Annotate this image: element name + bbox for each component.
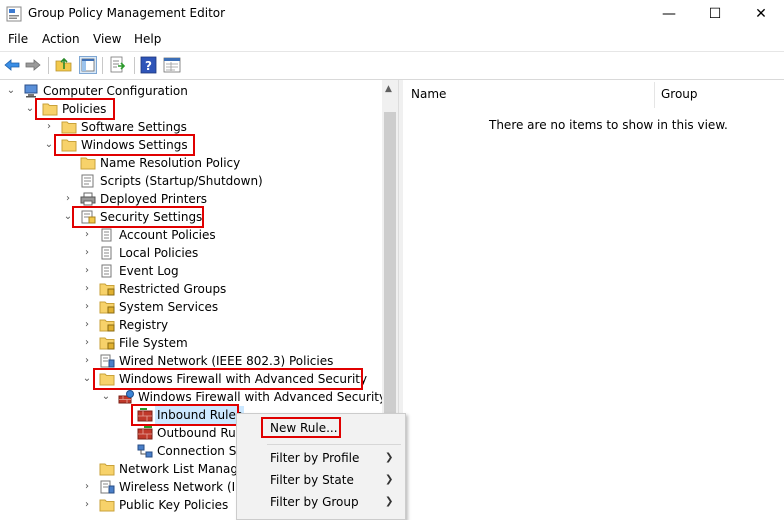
highlight-box-policies <box>35 98 115 120</box>
tree-item-system-services[interactable]: › System Services <box>0 298 380 316</box>
details-pane: Name Group There are no items to show in… <box>403 80 784 518</box>
network-icon <box>100 480 115 494</box>
script-icon <box>81 174 94 188</box>
policy-icon <box>101 228 112 242</box>
tree-item-label: Outbound Rule <box>157 426 247 440</box>
menu-item-filter-by-state[interactable]: Filter by State ❯ <box>237 469 405 491</box>
folder-icon <box>61 121 77 134</box>
menu-separator <box>267 444 401 445</box>
forward-icon[interactable] <box>24 56 42 74</box>
tree-item-scripts[interactable]: Scripts (Startup/Shutdown) <box>0 172 380 190</box>
submenu-arrow-icon: ❯ <box>385 452 394 463</box>
locked-folder-icon <box>99 283 115 296</box>
tree-item-label: Connection Se <box>157 444 244 458</box>
back-icon[interactable] <box>3 56 21 74</box>
chevron-down-icon[interactable]: ⌄ <box>81 370 93 388</box>
highlight-box-inbound-rules <box>131 404 239 426</box>
chevron-right-icon[interactable]: › <box>81 478 93 496</box>
tree-item-local-policies[interactable]: › Local Policies <box>0 244 380 262</box>
printer-icon <box>80 192 96 206</box>
title-bar: Group Policy Management Editor — ☐ ✕ <box>0 0 784 28</box>
tree-item-account-policies[interactable]: › Account Policies <box>0 226 380 244</box>
menu-item-label: Filter by Group <box>270 495 359 509</box>
menu-view[interactable]: View <box>93 32 121 46</box>
help-icon[interactable]: ? <box>140 56 158 74</box>
menu-item-filter-by-group[interactable]: Filter by Group ❯ <box>237 491 405 513</box>
menu-item-filter-by-profile[interactable]: Filter by Profile ❯ <box>237 447 405 469</box>
submenu-arrow-icon: ❯ <box>385 496 394 507</box>
context-menu: New Rule... Filter by Profile ❯ Filter b… <box>236 413 406 520</box>
tree-item-label: Restricted Groups <box>119 282 227 296</box>
network-icon <box>100 354 115 368</box>
chevron-right-icon[interactable]: › <box>81 262 93 280</box>
submenu-arrow-icon: ❯ <box>385 474 394 485</box>
menu-help[interactable]: Help <box>134 32 161 46</box>
rules-icon <box>137 426 153 440</box>
tree-item-label: Registry <box>119 318 169 332</box>
highlight-box-security-settings <box>72 206 204 228</box>
chevron-right-icon[interactable]: › <box>81 334 93 352</box>
tree-item-restricted-groups[interactable]: › Restricted Groups <box>0 280 380 298</box>
tree-item-name-resolution-policy[interactable]: Name Resolution Policy <box>0 154 380 172</box>
menu-action[interactable]: Action <box>42 32 80 46</box>
minimize-button[interactable]: — <box>646 0 692 28</box>
firewall-icon <box>118 390 134 404</box>
menu-file[interactable]: File <box>8 32 28 46</box>
locked-folder-icon <box>99 301 115 314</box>
folder-icon <box>99 463 115 476</box>
chevron-right-icon[interactable]: › <box>81 352 93 370</box>
column-header-name[interactable]: Name <box>411 87 446 101</box>
chevron-down-icon[interactable]: ⌄ <box>100 388 112 406</box>
chevron-down-icon[interactable]: ⌄ <box>5 82 17 100</box>
window-title: Group Policy Management Editor <box>28 6 226 20</box>
tree-item-label: File System <box>119 336 188 350</box>
toolbar: ? <box>0 51 784 80</box>
tree-item-event-log[interactable]: › Event Log <box>0 262 380 280</box>
policy-icon <box>101 246 112 260</box>
chevron-right-icon[interactable]: › <box>81 316 93 334</box>
folder-icon <box>80 157 96 170</box>
tree-item-label: Name Resolution Policy <box>100 156 241 170</box>
column-header-group[interactable]: Group <box>661 87 698 101</box>
locked-folder-icon <box>99 319 115 332</box>
tree-item-registry[interactable]: › Registry <box>0 316 380 334</box>
column-divider[interactable] <box>654 82 655 108</box>
tree-item-label: Local Policies <box>119 246 199 260</box>
export-list-icon[interactable] <box>109 56 127 74</box>
chevron-right-icon[interactable]: › <box>81 298 93 316</box>
tree-item-label: Public Key Policies <box>119 498 229 512</box>
maximize-button[interactable]: ☐ <box>692 0 738 28</box>
highlight-box-new-rule <box>261 417 341 438</box>
chevron-right-icon[interactable]: › <box>81 496 93 514</box>
highlight-box-windows-firewall <box>93 368 363 390</box>
computer-icon <box>24 84 38 98</box>
connection-icon <box>137 444 153 458</box>
show-hide-tree-icon[interactable] <box>79 56 97 74</box>
menu-bar: File Action View Help <box>0 30 784 50</box>
tree-item-file-system[interactable]: › File System <box>0 334 380 352</box>
app-icon <box>6 6 22 22</box>
folder-icon <box>99 499 115 512</box>
tree-item-label: Network List Manager <box>119 462 251 476</box>
up-folder-icon[interactable] <box>55 56 73 74</box>
chevron-right-icon[interactable]: › <box>81 226 93 244</box>
tree-item-label: Event Log <box>119 264 179 278</box>
menu-item-label: Filter by Profile <box>270 451 360 465</box>
chevron-right-icon[interactable]: › <box>81 244 93 262</box>
chevron-right-icon[interactable]: › <box>81 280 93 298</box>
menu-item-label: Filter by State <box>270 473 354 487</box>
properties-icon[interactable] <box>163 56 181 74</box>
scroll-up-icon[interactable]: ▲ <box>385 84 392 94</box>
locked-folder-icon <box>99 337 115 350</box>
tree-item-label: System Services <box>119 300 219 314</box>
policy-icon <box>101 264 112 278</box>
close-button[interactable]: ✕ <box>738 0 784 28</box>
highlight-box-windows-settings <box>54 134 195 156</box>
svg-text:?: ? <box>145 59 152 73</box>
tree-item-label: Scripts (Startup/Shutdown) <box>100 174 263 188</box>
tree-item-label: Account Policies <box>119 228 216 242</box>
empty-view-message: There are no items to show in this view. <box>489 118 728 132</box>
